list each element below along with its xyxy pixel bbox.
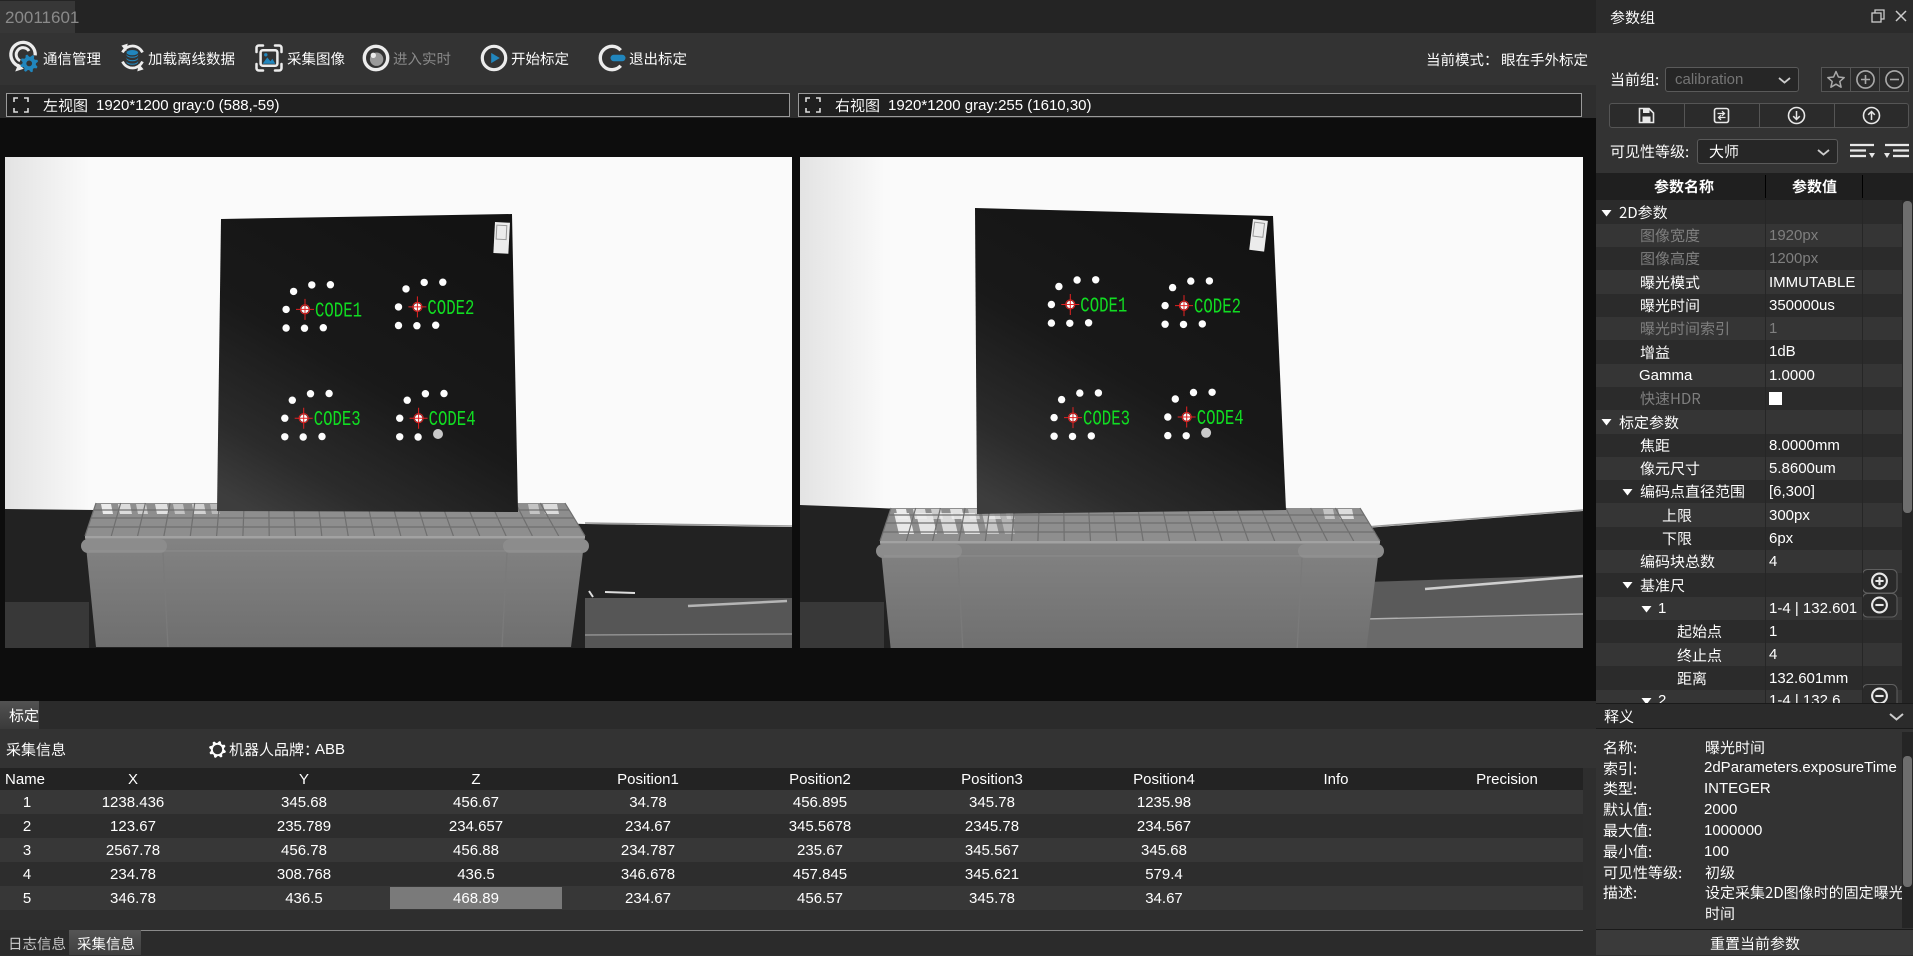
svg-text:CODE2: CODE2 xyxy=(427,298,474,321)
svg-text:CODE1: CODE1 xyxy=(315,300,362,323)
svg-text:CODE4: CODE4 xyxy=(1197,408,1244,431)
svg-text:CODE3: CODE3 xyxy=(314,409,361,432)
svg-text:CODE1: CODE1 xyxy=(1080,296,1127,319)
svg-text:CODE3: CODE3 xyxy=(1083,409,1130,432)
svg-text:CODE4: CODE4 xyxy=(429,409,476,432)
svg-text:CODE2: CODE2 xyxy=(1194,297,1241,320)
